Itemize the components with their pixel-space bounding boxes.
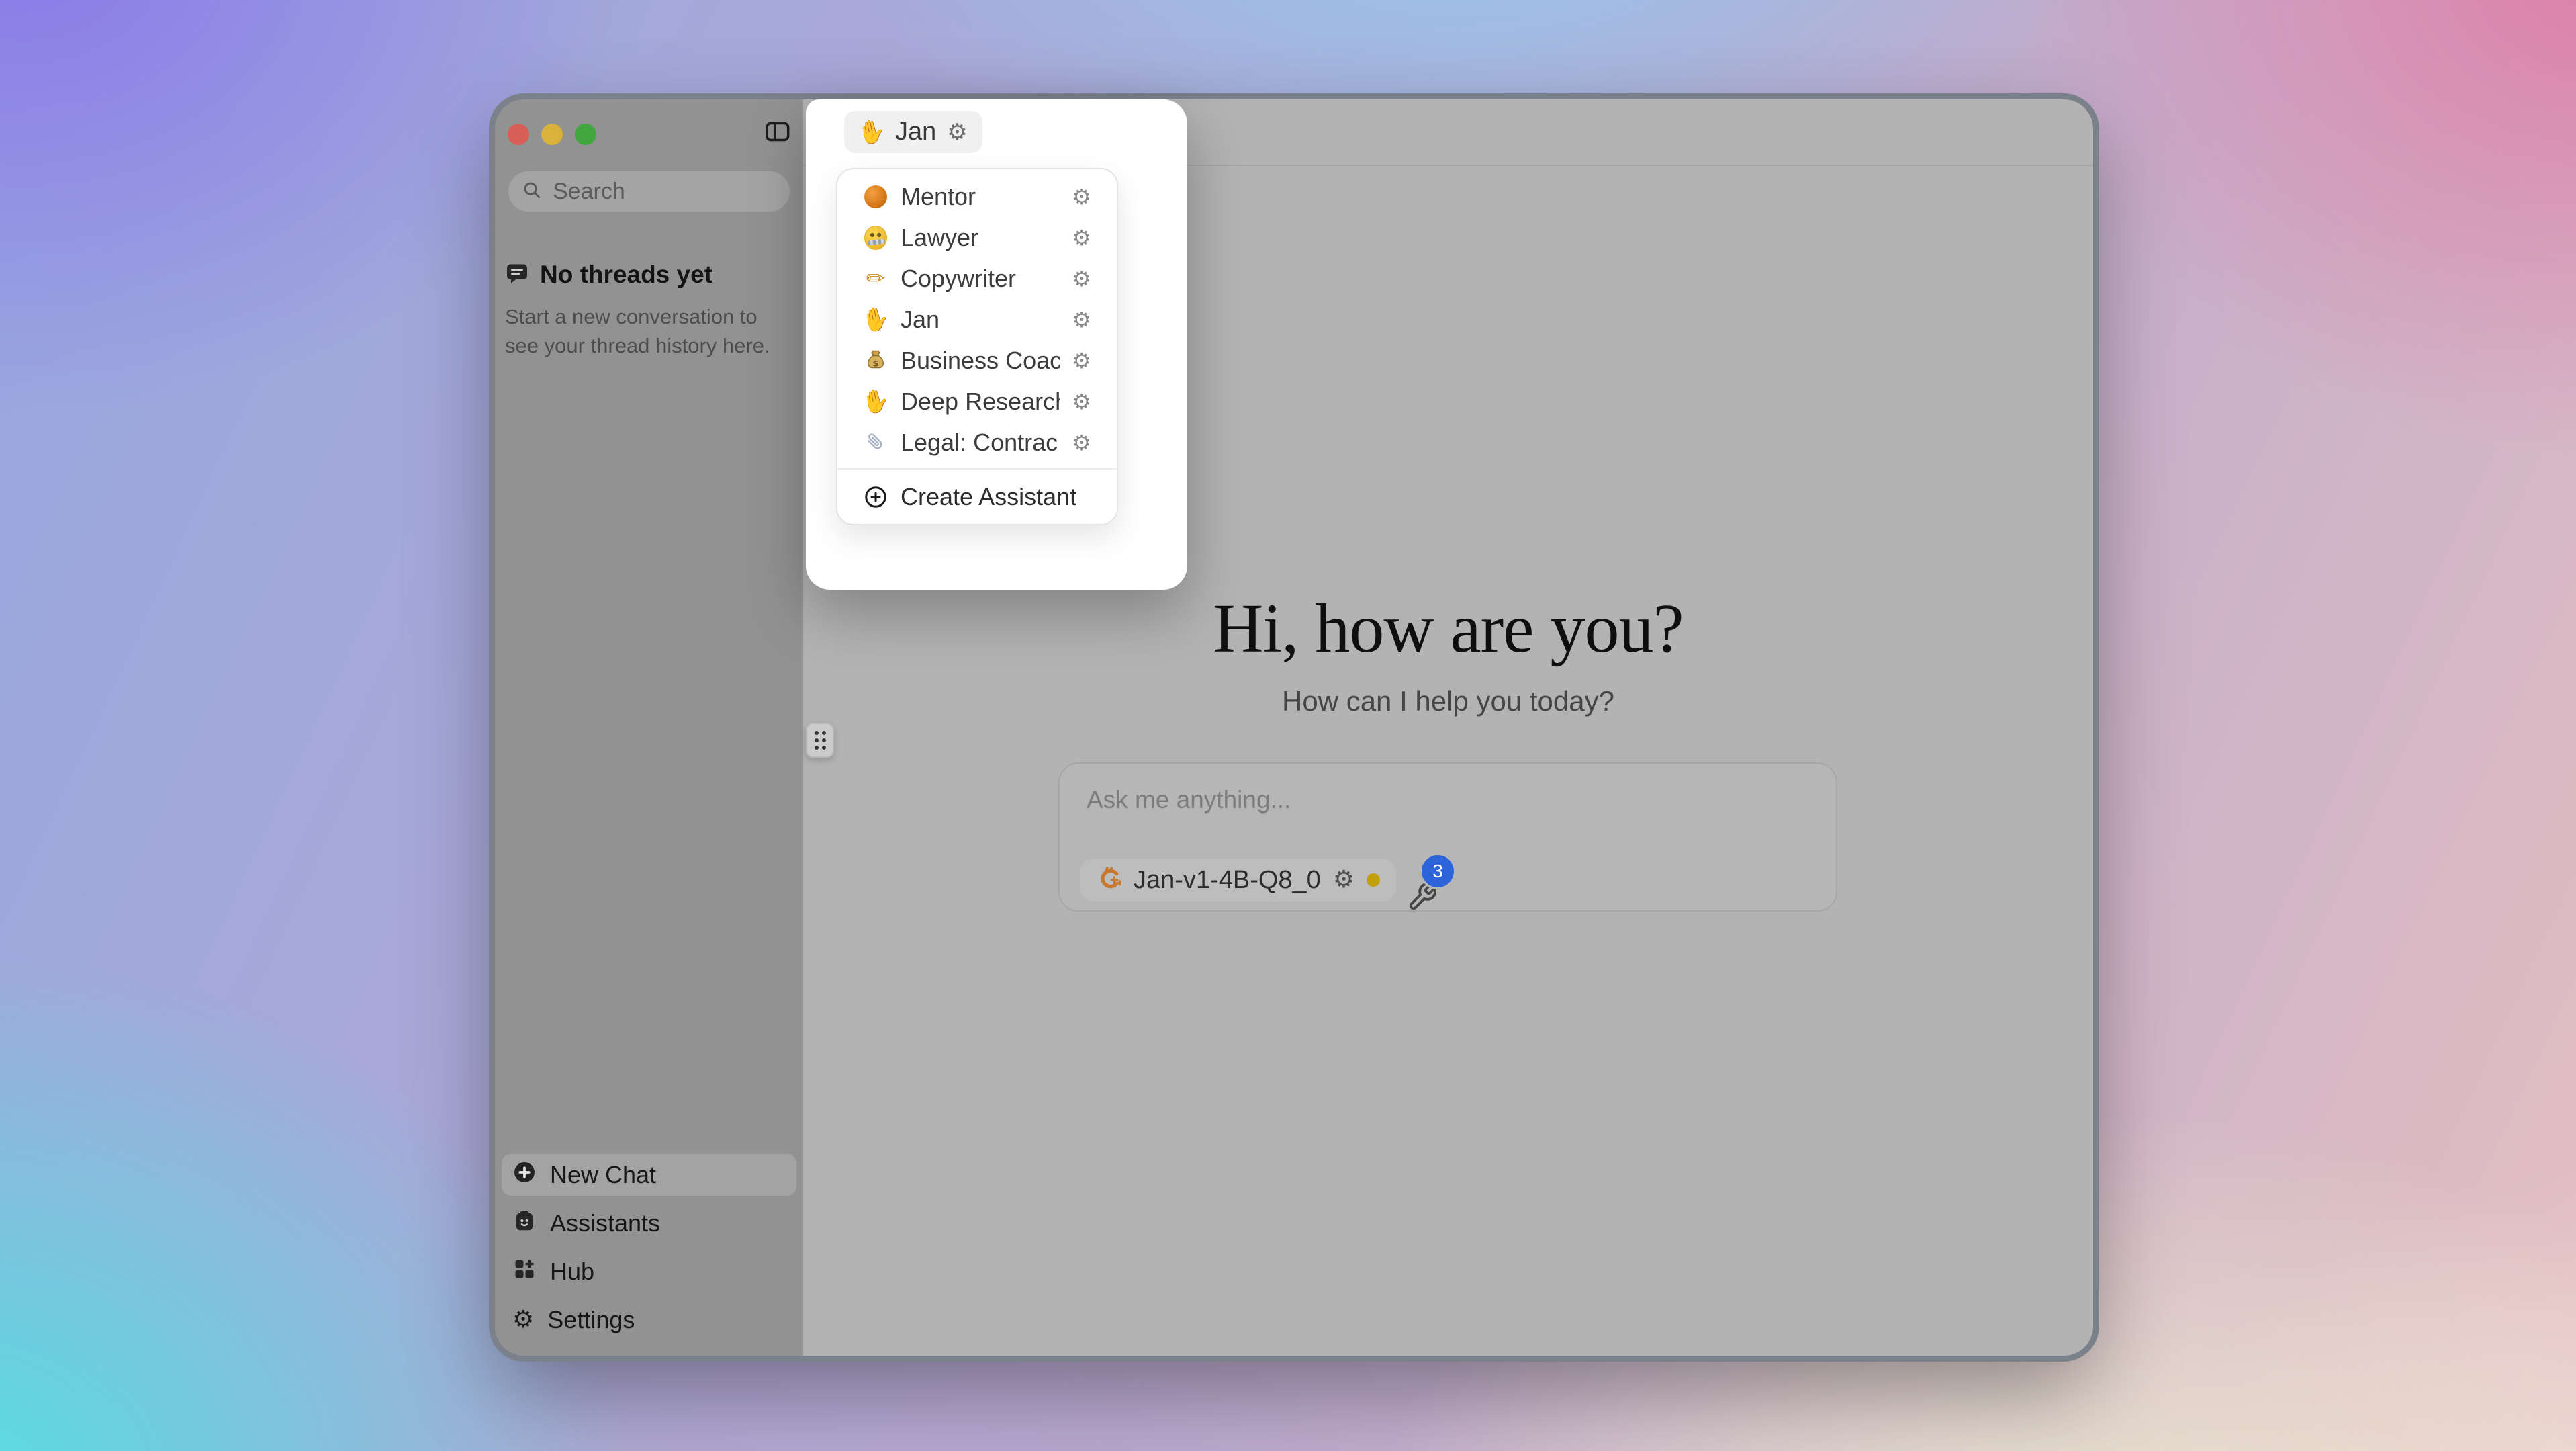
sidebar-item-label: Hub: [550, 1258, 594, 1286]
message-square-icon: [505, 261, 529, 289]
desktop-background: No threads yet Start a new conversation …: [0, 0, 2576, 1451]
assistant-item-lawyer[interactable]: Lawyer ⚙: [837, 217, 1117, 258]
create-assistant-button[interactable]: Create Assistant: [837, 468, 1117, 525]
search-input[interactable]: [551, 178, 755, 206]
gear-icon[interactable]: ⚙: [1072, 227, 1091, 249]
gear-icon[interactable]: ⚙: [1072, 391, 1091, 412]
sidebar-resize-handle[interactable]: [806, 723, 834, 758]
sidebar-item-label: Settings: [547, 1306, 635, 1334]
assistant-selector-trigger[interactable]: ✋ Jan ⚙: [844, 111, 982, 153]
money-bag-emoji: $: [863, 348, 888, 373]
gear-icon[interactable]: ⚙: [1072, 350, 1091, 371]
assistant-label: Jan: [901, 306, 1060, 334]
search-icon: [522, 180, 542, 204]
assistant-item-jan[interactable]: ✋ Jan ⚙: [837, 299, 1117, 340]
model-status-dot: [1367, 873, 1380, 887]
assistant-selector-label: Jan: [895, 118, 936, 146]
assistants-robot-icon: [512, 1208, 537, 1239]
model-name: Jan-v1-4B-Q8_0: [1134, 866, 1321, 895]
orange-circle-emoji: [863, 184, 888, 210]
sidebar-item-hub[interactable]: Hub: [502, 1251, 796, 1292]
gear-icon[interactable]: ⚙: [947, 121, 967, 144]
wave-emoji: ✋: [856, 117, 886, 147]
sidebar-item-label: New Chat: [550, 1161, 656, 1189]
sidebar: No threads yet Start a new conversation …: [495, 99, 803, 1356]
model-settings-gear-icon[interactable]: ⚙: [1333, 868, 1354, 892]
traffic-lights: [508, 124, 596, 145]
grip-dots-icon: [815, 731, 826, 750]
empty-state-title: No threads yet: [540, 261, 712, 289]
sidebar-toggle-icon[interactable]: [764, 118, 790, 145]
app-window: No threads yet Start a new conversation …: [495, 99, 2093, 1356]
settings-gear-icon: ⚙: [512, 1308, 534, 1332]
sidebar-item-new-chat[interactable]: New Chat: [502, 1154, 796, 1196]
close-button[interactable]: [508, 124, 529, 145]
sidebar-nav: New Chat Assistants Hub ⚙ Settings: [502, 1154, 796, 1341]
assistant-label: Deep Research: [901, 388, 1060, 416]
gear-icon[interactable]: ⚙: [1072, 268, 1091, 290]
minimize-button[interactable]: [541, 124, 563, 145]
assistant-label: Lawyer: [901, 224, 1060, 252]
tools-count-badge: 3: [1420, 853, 1456, 889]
hub-blocks-icon: [512, 1257, 537, 1287]
circle-plus-icon: [512, 1160, 537, 1190]
paperclip-emoji: [858, 425, 894, 461]
assistant-item-mentor[interactable]: Mentor ⚙: [837, 176, 1117, 217]
composer-card: Jan-v1-4B-Q8_0 ⚙ 3: [1058, 762, 1837, 912]
model-selector[interactable]: Jan-v1-4B-Q8_0 ⚙: [1080, 859, 1396, 902]
assistant-item-deep-research[interactable]: ✋ Deep Research ⚙: [837, 381, 1117, 422]
assistant-label: Mentor: [901, 183, 1060, 211]
assistant-popover: ✋ Jan ⚙ Mentor ⚙ Lawyer ⚙ ✏ Copywriter ⚙…: [806, 99, 1187, 590]
gear-icon[interactable]: ⚙: [1072, 432, 1091, 453]
zoom-button[interactable]: [575, 124, 596, 145]
sidebar-item-assistants[interactable]: Assistants: [502, 1202, 796, 1244]
greeting-heading: Hi, how are you?: [803, 588, 2093, 668]
gear-icon[interactable]: ⚙: [1072, 309, 1091, 331]
wave-emoji: ✋: [860, 304, 890, 335]
empty-state-description: Start a new conversation to see your thr…: [505, 302, 780, 360]
llamacpp-icon: [1096, 866, 1121, 895]
message-input[interactable]: [1085, 785, 1692, 815]
assistant-item-legal[interactable]: Legal: Contrac... ⚙: [837, 422, 1117, 463]
assistant-label: Copywriter: [901, 265, 1060, 293]
tools-button[interactable]: 3: [1407, 881, 1438, 912]
pencil-emoji: ✏: [863, 266, 888, 292]
assistant-menu: Mentor ⚙ Lawyer ⚙ ✏ Copywriter ⚙ ✋ Jan ⚙…: [836, 168, 1118, 525]
assistant-item-copywriter[interactable]: ✏ Copywriter ⚙: [837, 258, 1117, 299]
greeting-subtitle: How can I help you today?: [803, 685, 2093, 717]
assistant-item-business-coach[interactable]: $ Business Coach ⚙: [837, 340, 1117, 381]
zipper-face-emoji: [863, 225, 888, 251]
svg-text:$: $: [872, 359, 878, 369]
sidebar-item-label: Assistants: [550, 1209, 660, 1237]
search-box: [508, 171, 790, 212]
sidebar-item-settings[interactable]: ⚙ Settings: [502, 1299, 796, 1341]
circle-plus-outline-icon: [863, 484, 888, 510]
assistant-label: Business Coach: [901, 347, 1060, 375]
gear-icon[interactable]: ⚙: [1072, 186, 1091, 208]
empty-state: No threads yet Start a new conversation …: [505, 261, 790, 360]
create-assistant-label: Create Assistant: [901, 483, 1076, 511]
assistant-label: Legal: Contrac...: [901, 429, 1060, 457]
wave-emoji: ✋: [860, 386, 890, 416]
